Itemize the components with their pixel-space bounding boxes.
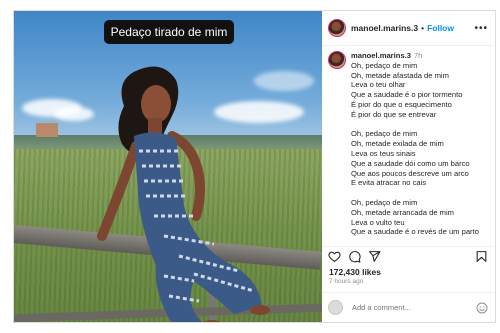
comment-input[interactable] [350,302,464,313]
post-timestamp: 7 hours ago [329,278,364,285]
distant-building [36,123,58,137]
caption-line: Oh, pedaço de mim [351,60,418,70]
avatar[interactable] [328,19,346,37]
post-header: manoel.marins.3 • Follow ••• [322,11,494,46]
caption-row: manoel.marins.3 7h Oh, pedaço de mim Oh, m… [328,51,488,236]
caption-body: manoel.marins.3 7h Oh, pedaço de mim Oh, m… [351,51,479,236]
username-link[interactable]: manoel.marins.3 [351,23,418,33]
comment-bar [322,292,494,322]
caption-line: Oh, metade arrancada de mim [351,207,454,217]
post-sidebar: manoel.marins.3 • Follow ••• manoel.mari… [322,11,494,322]
separator-dot: • [421,23,425,33]
caption-line: Que a saudade é o pior tormento [351,90,463,100]
caption-line: Oh, pedaço de mim [351,197,418,207]
overlay-title: Pedaço tirado de mim [104,20,234,44]
bookmark-icon[interactable] [475,250,488,263]
caption-line: Leva os teus sinais [351,148,416,158]
caption-username[interactable]: manoel.marins.3 [351,51,411,60]
caption-line: Que a saudade dói como um barco [351,158,470,168]
caption-time: 7h [413,51,423,60]
caption-text: Oh, pedaço de mim Oh, metade afastada de … [351,61,479,236]
caption-line: É pior do que se entrevar [351,109,437,119]
caption-line: E evita atracar no cais [351,178,427,188]
emoji-icon[interactable] [476,302,488,314]
caption-line: Leva o teu olhar [351,80,406,90]
comment-icon[interactable] [348,250,361,263]
caption: manoel.marins.3 7h Oh, pedaço de mim Oh, m… [322,46,494,236]
share-icon[interactable] [368,250,381,263]
caption-line: Leva o vulto teu [351,217,405,227]
follow-button[interactable]: Follow [427,23,454,33]
caption-line: Oh, metade exilada de mim [351,139,444,149]
post-card: Pedaço tirado de mim manoel.marins.3 • F… [13,10,496,323]
avatar [328,300,343,315]
more-options-icon[interactable]: ••• [474,23,488,34]
heart-icon[interactable] [328,250,341,263]
caption-line: Que aos poucos descreve um arco [351,168,469,178]
caption-line: Oh, metade afastada de mim [351,70,449,80]
likes-count[interactable]: 172,430 likes [329,267,381,277]
post-photo[interactable]: Pedaço tirado de mim [14,11,322,322]
caption-line: Oh, pedaço de mim [351,129,418,139]
caption-line: Que a saudade é o revés de um parto [351,227,479,236]
avatar[interactable] [328,51,346,69]
action-bar [322,246,494,266]
woman-figure [97,66,270,322]
caption-line: É pior do que o esquecimento [351,99,452,109]
